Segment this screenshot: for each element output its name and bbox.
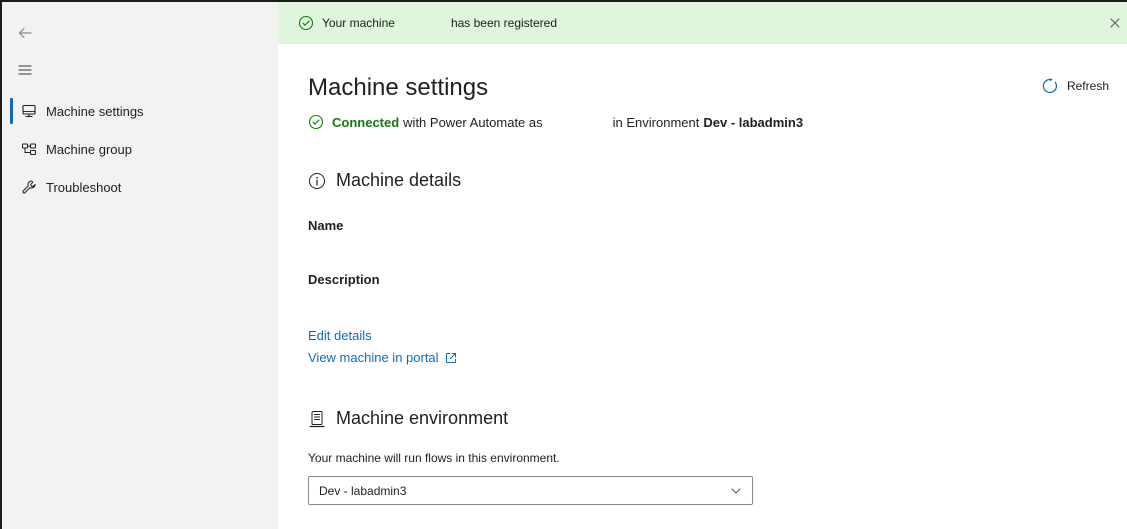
edit-details-text: Edit details <box>308 328 372 343</box>
success-banner: Your machine has been registered <box>278 2 1127 44</box>
refresh-button[interactable]: Refresh <box>1041 77 1109 95</box>
sidebar-item-troubleshoot[interactable]: Troubleshoot <box>2 168 278 206</box>
environment-name: Dev - labadmin3 <box>703 114 804 130</box>
machine-environment-heading: Machine environment <box>308 408 508 429</box>
app-window: Machine settings Machine group Troublesh… <box>0 0 1127 529</box>
monitor-icon <box>20 102 38 120</box>
sidebar-item-label: Troubleshoot <box>46 179 122 195</box>
environment-prefix: in Environment <box>612 114 700 130</box>
server-icon <box>308 410 326 428</box>
sidebar-item-label: Machine settings <box>46 103 144 119</box>
wrench-icon <box>20 178 38 196</box>
machine-details-heading: Machine details <box>308 170 461 191</box>
name-label: Name <box>308 218 344 233</box>
chevron-down-icon <box>730 485 742 497</box>
connected-label: Connected <box>332 114 400 130</box>
machine-group-icon <box>20 140 38 158</box>
banner-text-part1: Your machine <box>322 16 395 30</box>
sidebar-nav: Machine settings Machine group Troublesh… <box>2 92 278 206</box>
banner-text-part2: has been registered <box>450 16 558 30</box>
page-title: Machine settings <box>308 74 489 101</box>
refresh-icon <box>1041 77 1059 95</box>
environment-selected-value: Dev - labadmin3 <box>319 483 407 498</box>
connection-text: with Power Automate as <box>403 114 543 130</box>
open-external-icon <box>445 352 457 364</box>
edit-details-link[interactable]: Edit details <box>308 328 372 343</box>
sidebar: Machine settings Machine group Troublesh… <box>2 2 278 529</box>
refresh-label: Refresh <box>1066 79 1109 93</box>
back-button[interactable] <box>13 21 37 45</box>
connection-status: Connected with Power Automate as in Envi… <box>308 114 803 130</box>
sidebar-item-machine-group[interactable]: Machine group <box>2 130 278 168</box>
view-machine-text: View machine in portal <box>308 350 439 365</box>
view-machine-in-portal-link[interactable]: View machine in portal <box>308 350 457 365</box>
description-label: Description <box>308 272 380 287</box>
hamburger-icon <box>18 65 32 75</box>
sidebar-item-machine-settings[interactable]: Machine settings <box>2 92 278 130</box>
check-circle-icon <box>308 114 324 130</box>
menu-button[interactable] <box>13 58 37 82</box>
section-title-text: Machine details <box>336 170 462 190</box>
environment-dropdown[interactable]: Dev - labadmin3 <box>308 476 753 505</box>
info-icon <box>308 172 326 190</box>
close-icon[interactable] <box>1107 15 1123 31</box>
sidebar-item-label: Machine group <box>46 141 132 157</box>
environment-hint: Your machine will run flows in this envi… <box>308 451 560 465</box>
section-title-text: Machine environment <box>336 408 509 428</box>
arrow-left-icon <box>18 27 32 39</box>
check-circle-icon <box>298 15 314 31</box>
main-content: Your machine has been registered Machine… <box>278 2 1127 529</box>
